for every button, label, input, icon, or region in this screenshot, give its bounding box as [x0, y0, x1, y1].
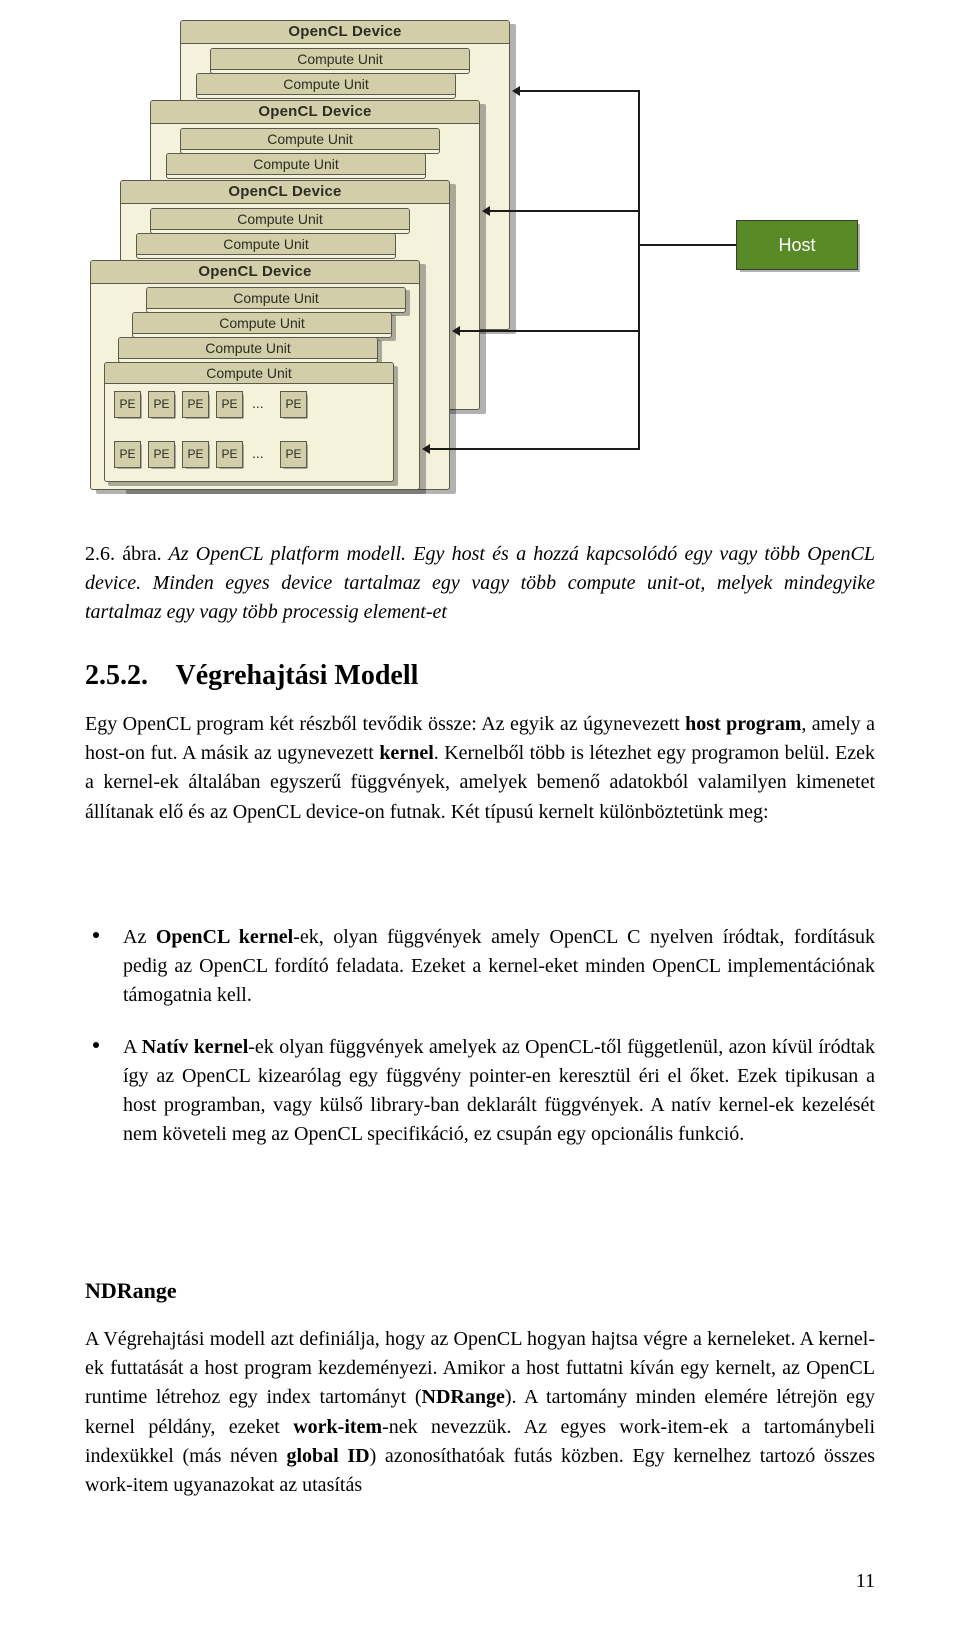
pe-box: PE — [216, 391, 243, 418]
compute-unit-box: Compute Unit — [166, 153, 426, 179]
compute-unit-title: Compute Unit — [181, 129, 439, 150]
arrow-left-icon — [422, 444, 430, 454]
connector — [460, 330, 640, 332]
arrow-left-icon — [452, 326, 460, 336]
compute-unit-title: Compute Unit — [119, 338, 377, 359]
caption-figure-number: 2.6. ábra. — [85, 543, 162, 565]
compute-unit-box: Compute Unit — [210, 48, 470, 74]
arrow-left-icon — [482, 206, 490, 216]
opencl-platform-diagram: OpenCL Device Compute Unit Compute Unit … — [80, 20, 880, 500]
compute-unit-box: Compute Unit — [180, 128, 440, 154]
pe-box: PE — [216, 441, 243, 468]
section-title: Végrehajtási Modell — [176, 660, 419, 691]
compute-unit-box: Compute Unit — [150, 208, 410, 234]
term-global-id: global ID — [286, 1445, 369, 1467]
compute-unit-title: Compute Unit — [105, 363, 393, 384]
pe-box: PE — [114, 391, 141, 418]
compute-unit-title: Compute Unit — [167, 154, 425, 175]
compute-unit-box: Compute Unit — [118, 337, 378, 363]
device-title: OpenCL Device — [121, 181, 449, 204]
pe-box: PE — [280, 441, 307, 468]
compute-unit-title: Compute Unit — [211, 49, 469, 70]
compute-unit-box: Compute Unit — [136, 233, 396, 259]
bullet-list: Az OpenCL kernel-ek, olyan függvények am… — [123, 923, 875, 1171]
device-title: OpenCL Device — [151, 101, 479, 124]
term-kernel: kernel — [379, 742, 433, 764]
section-number: 2.5.2. — [85, 660, 148, 691]
connector-to-host — [638, 244, 736, 246]
body-paragraph: A Végrehajtási modell azt definiálja, ho… — [85, 1325, 875, 1500]
host-box: Host — [736, 220, 858, 270]
term-ndrange: NDRange — [422, 1386, 505, 1408]
pe-box: PE — [182, 441, 209, 468]
list-item: A Natív kernel-ek olyan függvények amely… — [123, 1033, 875, 1150]
bullet-icon — [93, 1042, 99, 1048]
pe-box: PE — [114, 441, 141, 468]
connector-vertical — [638, 90, 640, 448]
section-heading: 2.5.2. Végrehajtási Modell — [85, 660, 418, 692]
compute-unit-title: Compute Unit — [133, 313, 391, 334]
body-paragraph: Egy OpenCL program két részből tevődik ö… — [85, 710, 875, 827]
pe-ellipsis: ... — [252, 391, 264, 416]
term-host-program: host program — [685, 713, 801, 735]
compute-unit-title: Compute Unit — [151, 209, 409, 230]
device-title: OpenCL Device — [181, 21, 509, 44]
term-opencl-kernel: OpenCL kernel — [156, 926, 293, 948]
caption-title: Az OpenCL platform modell. — [169, 543, 406, 565]
pe-box: PE — [148, 441, 175, 468]
text: Egy OpenCL program két részből tevődik ö… — [85, 713, 685, 735]
compute-unit-box: Compute Unit — [196, 73, 456, 99]
connector — [430, 448, 640, 450]
connector — [520, 90, 640, 92]
compute-unit-title: Compute Unit — [197, 74, 455, 95]
page-number: 11 — [856, 1570, 875, 1593]
pe-box: PE — [148, 391, 175, 418]
device-title: OpenCL Device — [91, 261, 419, 284]
compute-unit-box: Compute Unit — [132, 312, 392, 338]
list-item: Az OpenCL kernel-ek, olyan függvények am… — [123, 923, 875, 1011]
figure-caption: 2.6. ábra. Az OpenCL platform modell. Eg… — [85, 540, 875, 628]
compute-unit-title: Compute Unit — [147, 288, 405, 309]
pe-ellipsis: ... — [252, 441, 264, 466]
text: Az — [123, 926, 156, 948]
pe-box: PE — [182, 391, 209, 418]
term-work-item: work-item — [293, 1416, 382, 1438]
subsection-heading: NDRange — [85, 1278, 177, 1304]
pe-box: PE — [280, 391, 307, 418]
compute-unit-title: Compute Unit — [137, 234, 395, 255]
arrow-left-icon — [512, 86, 520, 96]
text: A — [123, 1036, 142, 1058]
connector — [490, 210, 640, 212]
term-native-kernel: Natív kernel — [142, 1036, 249, 1058]
compute-unit-box: Compute Unit — [146, 287, 406, 313]
bullet-icon — [93, 932, 99, 938]
